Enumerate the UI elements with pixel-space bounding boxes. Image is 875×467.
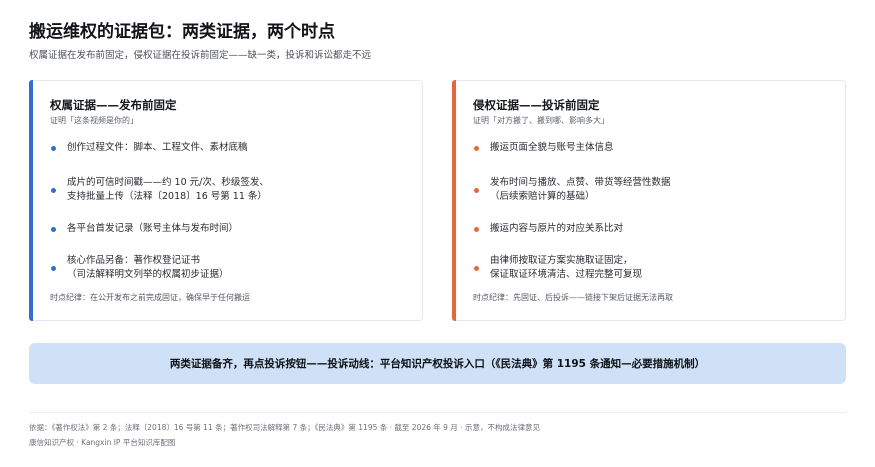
bullet-dot-icon [474, 145, 479, 151]
bullet-dot-icon [51, 226, 56, 232]
card-accent-bar [452, 80, 456, 321]
page-subtitle: 权属证据在发布前固定，侵权证据在投诉前固定——缺一类，投诉和诉讼都走不远 [29, 50, 372, 61]
list-item-text: 搬运内容与原片的对应关系比对 [490, 223, 624, 234]
list-item: 核心作品另备：著作权登记证书 （司法解释明文列举的权属初步证据） [50, 254, 402, 282]
list-item-text: 各平台首发记录（账号主体与发布时间） [67, 223, 239, 234]
card-title: 侵权证据——投诉前固定 [473, 98, 600, 112]
list-item-text: 创作过程文件：脚本、工程文件、素材底稿 [67, 142, 248, 153]
footer-sources: 依据：《著作权法》第 2 条；法释〔2018〕16 号第 11 条；著作权司法解… [29, 423, 540, 432]
card-accent-bar [29, 80, 33, 321]
bullet-dot-icon [474, 265, 479, 271]
ownership-evidence-card: 权属证据——发布前固定 证明「这条视频是你的」 创作过程文件：脚本、工程文件、素… [29, 80, 423, 321]
list-item-text: 发布时间与播放、点赞、带货等经营性数据 （后续索赔计算的基础） [490, 177, 671, 202]
bullet-dot-icon [474, 187, 479, 193]
list-item-text: 由律师按取证方案实施取证固定， 保证取证环境清洁、过程完整可复现 [490, 255, 643, 280]
list-item-text: 核心作品另备：著作权登记证书 （司法解释明文列举的权属初步证据） [67, 255, 229, 280]
list-item: 搬运页面全貌与账号主体信息 [473, 141, 825, 155]
infringement-evidence-card: 侵权证据——投诉前固定 证明「对方搬了、搬到哪、影响多大」 搬运页面全貌与账号主… [452, 80, 846, 321]
footer-credit: 康信知识产权 · Kangxin IP 平台知识库配图 [29, 438, 176, 447]
list-item: 成片的可信时间戳——约 10 元/次、秒级签发、 支持批量上传（法释〔2018〕… [50, 176, 402, 204]
evidence-list: 创作过程文件：脚本、工程文件、素材底稿 成片的可信时间戳——约 10 元/次、秒… [50, 141, 402, 282]
list-item: 创作过程文件：脚本、工程文件、素材底稿 [50, 141, 402, 155]
list-item: 各平台首发记录（账号主体与发布时间） [50, 222, 402, 236]
footer-divider [29, 412, 846, 413]
list-item: 发布时间与播放、点赞、带货等经营性数据 （后续索赔计算的基础） [473, 176, 825, 204]
page-title: 搬运维权的证据包：两类证据，两个时点 [29, 22, 335, 42]
list-item: 搬运内容与原片的对应关系比对 [473, 222, 825, 236]
card-footer: 时点纪律：在公开发布之前完成固证，确保早于任何搬运 [50, 293, 250, 302]
card-subtitle: 证明「对方搬了、搬到哪、影响多大」 [473, 116, 609, 125]
list-item-text: 搬运页面全貌与账号主体信息 [490, 142, 614, 153]
card-footer: 时点纪律：先固证、后投诉——链接下架后证据无法再取 [473, 293, 673, 302]
list-item: 由律师按取证方案实施取证固定， 保证取证环境清洁、过程完整可复现 [473, 254, 825, 282]
list-item-text: 成片的可信时间戳——约 10 元/次、秒级签发、 支持批量上传（法释〔2018〕… [67, 177, 269, 202]
page: 搬运维权的证据包：两类证据，两个时点 权属证据在发布前固定，侵权证据在投诉前固定… [0, 0, 875, 467]
complaint-banner: 两类证据备齐，再点投诉按钮——投诉动线：平台知识产权投诉入口（《民法典》第 11… [29, 343, 846, 384]
bullet-dot-icon [51, 187, 56, 193]
evidence-cards: 权属证据——发布前固定 证明「这条视频是你的」 创作过程文件：脚本、工程文件、素… [29, 80, 846, 321]
card-title: 权属证据——发布前固定 [50, 98, 177, 112]
bullet-dot-icon [474, 226, 479, 232]
bullet-dot-icon [51, 145, 56, 151]
card-subtitle: 证明「这条视频是你的」 [50, 116, 138, 125]
evidence-list: 搬运页面全貌与账号主体信息 发布时间与播放、点赞、带货等经营性数据 （后续索赔计… [473, 141, 825, 282]
bullet-dot-icon [51, 265, 56, 271]
